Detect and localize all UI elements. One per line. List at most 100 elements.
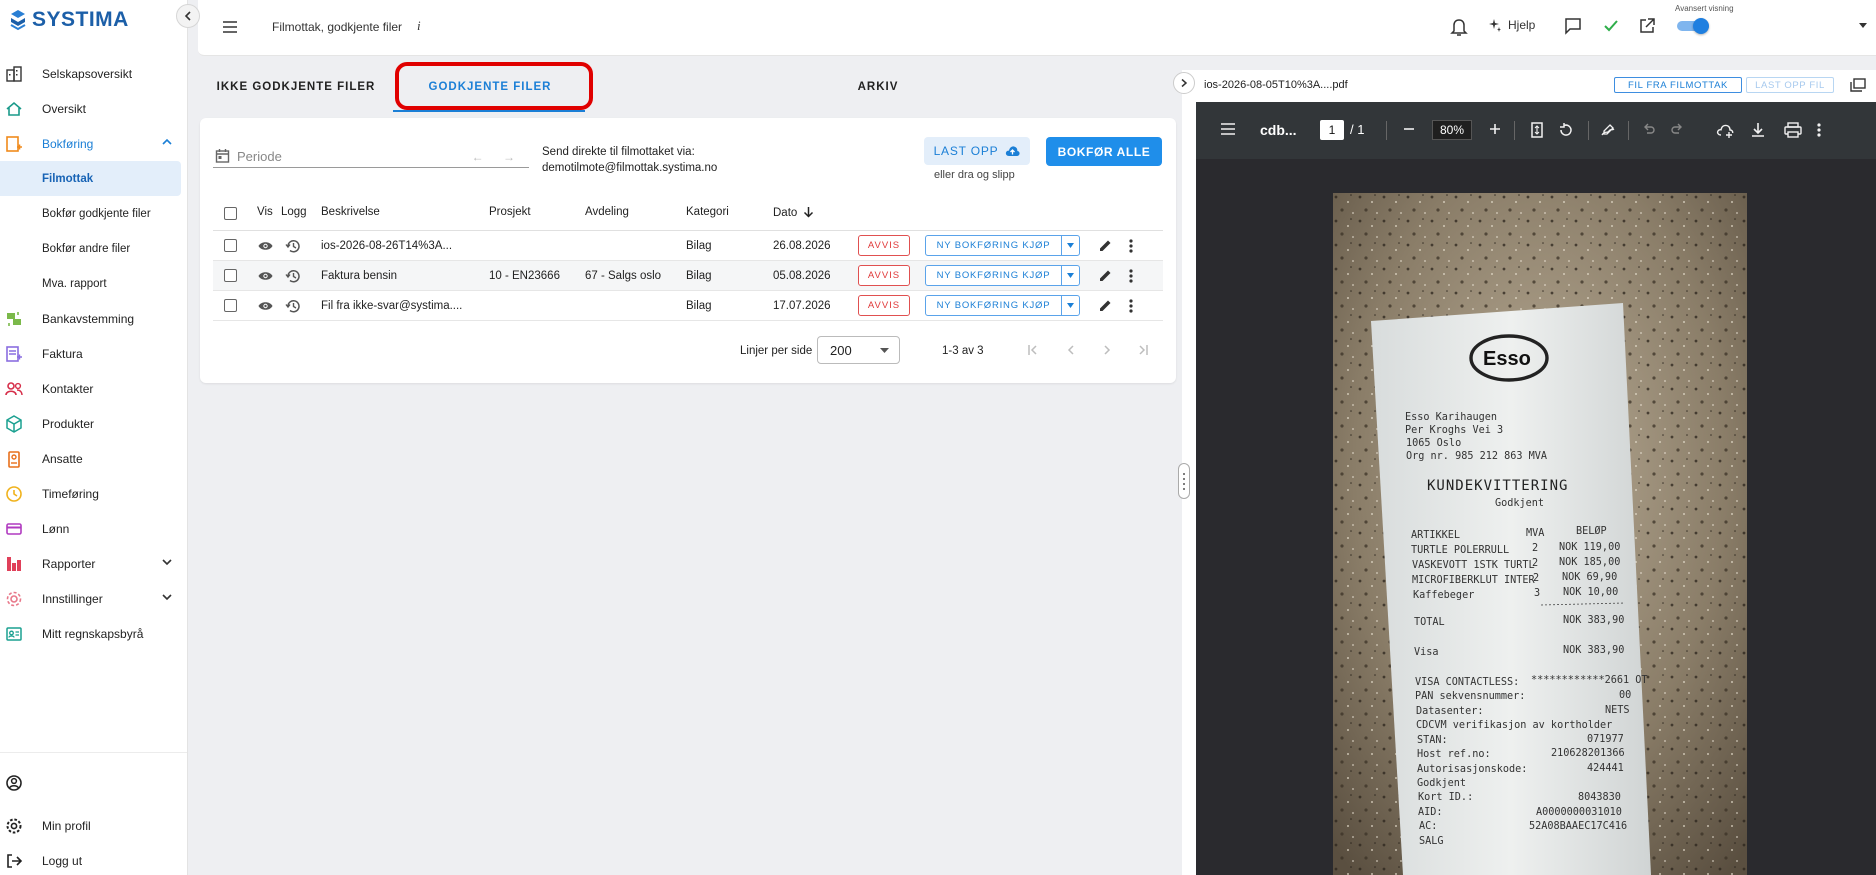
advanced-view-toggle[interactable] (1677, 18, 1709, 34)
row-checkbox[interactable] (224, 239, 237, 252)
sidebar-item-bokforing[interactable]: Bokføring (0, 126, 187, 161)
sidebar-item-timeforing[interactable]: Timeføring (0, 476, 187, 511)
hamburger-menu-icon[interactable] (222, 20, 238, 34)
previous-page-icon[interactable] (1064, 343, 1078, 357)
check-icon[interactable] (1602, 17, 1620, 35)
tab-ikke-godkjente-filer[interactable]: IKKE GODKJENTE FILER (198, 60, 394, 114)
fit-page-icon[interactable] (1530, 122, 1544, 138)
reject-button[interactable]: AVVIS (858, 295, 910, 316)
logo[interactable]: SYSTIMA (8, 8, 129, 32)
redo-icon[interactable] (1670, 122, 1684, 136)
more-vertical-icon[interactable] (1128, 238, 1134, 254)
sidebar-item-label: Bokfør andre filer (42, 242, 131, 255)
zoom-out-icon[interactable] (1402, 122, 1416, 136)
more-vertical-icon[interactable] (1128, 298, 1134, 314)
eye-icon[interactable] (258, 241, 273, 251)
pdf-page-input[interactable]: 1 (1320, 120, 1344, 140)
row-checkbox[interactable] (224, 269, 237, 282)
period-nav-arrows[interactable]: ← → (472, 150, 523, 164)
zoom-in-icon[interactable] (1488, 122, 1502, 136)
popout-window-icon[interactable] (1850, 78, 1866, 92)
post-all-button[interactable]: BOKFØR ALLE (1046, 137, 1162, 166)
sidebar-collapse-button[interactable] (176, 4, 200, 28)
column-header-beskrivelse[interactable]: Beskrivelse (321, 206, 380, 218)
bell-icon[interactable] (1450, 17, 1468, 37)
caret-down-icon[interactable] (1858, 22, 1868, 30)
period-date-picker[interactable]: Periode ← → (213, 146, 529, 168)
sidebar-item-bokfor-andre-filer[interactable]: Bokfør andre filer (0, 231, 187, 266)
column-header-kategori[interactable]: Kategori (686, 206, 729, 218)
sidebar-item-logg-ut[interactable]: Logg ut (0, 843, 187, 875)
annotate-icon[interactable] (1600, 122, 1616, 138)
pdf-zoom-level[interactable]: 80% (1432, 120, 1472, 140)
print-icon[interactable] (1784, 122, 1802, 138)
more-vertical-icon[interactable] (1128, 268, 1134, 284)
new-entry-dropdown[interactable] (1062, 296, 1079, 315)
pencil-icon[interactable] (1098, 298, 1113, 313)
eye-icon[interactable] (258, 271, 273, 281)
column-header-prosjekt[interactable]: Prosjekt (489, 206, 531, 218)
sidebar-item-bokfor-godkjente-filer[interactable]: Bokfør godkjente filer (0, 196, 187, 231)
cloud-save-icon[interactable] (1716, 122, 1734, 138)
column-header-logg[interactable]: Logg (281, 206, 307, 218)
download-icon[interactable] (1750, 122, 1766, 138)
sidebar-item-kontakter[interactable]: Kontakter (0, 371, 187, 406)
new-purchase-entry-button[interactable]: NY BOKFØRING KJØP (925, 265, 1080, 286)
external-link-icon[interactable] (1638, 17, 1656, 35)
last-page-icon[interactable] (1136, 343, 1150, 357)
panel-resize-handle[interactable] (1178, 463, 1190, 499)
menu-icon[interactable] (1220, 122, 1236, 136)
sidebar-item-filmottak[interactable]: Filmottak (0, 161, 181, 196)
upload-button[interactable]: LAST OPP (924, 137, 1030, 165)
sidebar-item-faktura[interactable]: Faktura (0, 336, 187, 371)
history-icon[interactable] (285, 268, 301, 284)
tab-arkiv[interactable]: ARKIV (780, 60, 976, 114)
upload-file-button[interactable]: LAST OPP FIL (1746, 77, 1834, 93)
sidebar-item-mva-rapport[interactable]: Mva. rapport (0, 266, 187, 301)
next-page-icon[interactable] (1100, 343, 1114, 357)
chat-icon[interactable] (1564, 17, 1582, 35)
pencil-icon[interactable] (1098, 268, 1113, 283)
reject-button[interactable]: AVVIS (858, 265, 910, 286)
column-header-vis[interactable]: Vis (257, 206, 273, 218)
table-row[interactable]: ios-2026-08-26T14%3A... Bilag 26.08.2026… (213, 231, 1163, 261)
new-purchase-entry-button[interactable]: NY BOKFØRING KJØP (925, 295, 1080, 316)
table-row[interactable]: Faktura bensin 10 - EN23666 67 - Salgs o… (213, 261, 1163, 291)
new-purchase-entry-button[interactable]: NY BOKFØRING KJØP (925, 235, 1080, 256)
column-header-avdeling[interactable]: Avdeling (585, 206, 629, 218)
first-page-icon[interactable] (1026, 343, 1040, 357)
pencil-icon[interactable] (1098, 238, 1113, 253)
sidebar-item-label: Innstillinger (42, 591, 103, 606)
sidebar-item-selskapsoversikt[interactable]: Selskapsoversikt (0, 56, 187, 91)
undo-icon[interactable] (1642, 122, 1656, 136)
account-avatar[interactable] (0, 765, 187, 800)
new-entry-dropdown[interactable] (1062, 266, 1079, 285)
help-button[interactable]: Hjelp (1488, 18, 1535, 32)
sidebar-item-innstillinger[interactable]: Innstillinger (0, 581, 187, 616)
sidebar-item-lonn[interactable]: Lønn (0, 511, 187, 546)
eye-icon[interactable] (258, 301, 273, 311)
select-all-checkbox[interactable] (224, 207, 237, 220)
sidebar-item-bankavstemming[interactable]: Bankavstemming (0, 301, 187, 336)
receipt-amount: NOK 185,00 (1559, 557, 1620, 568)
file-from-inbox-button[interactable]: FIL FRA FILMOTTAK (1614, 77, 1742, 93)
page-info-button[interactable]: i (417, 18, 421, 34)
column-header-dato[interactable]: Dato (773, 206, 814, 219)
rotate-icon[interactable] (1558, 122, 1574, 138)
history-icon[interactable] (285, 298, 301, 314)
table-row[interactable]: Fil fra ikke-svar@systima.... Bilag 17.0… (213, 291, 1163, 321)
history-icon[interactable] (285, 238, 301, 254)
sidebar-item-ansatte[interactable]: Ansatte (0, 441, 187, 476)
sidebar-item-oversikt[interactable]: Oversikt (0, 91, 187, 126)
sidebar-item-mitt-regnskapsbyra[interactable]: Mitt regnskapsbyrå (0, 616, 187, 651)
more-vertical-icon[interactable] (1816, 122, 1822, 138)
sidebar-item-min-profil[interactable]: Min profil (0, 808, 187, 843)
reject-button[interactable]: AVVIS (858, 235, 910, 256)
sidebar-item-produkter[interactable]: Produkter (0, 406, 187, 441)
rows-per-page-select[interactable]: 200 (817, 336, 900, 364)
row-checkbox[interactable] (224, 299, 237, 312)
approved-files-table: Vis Logg Beskrivelse Prosjekt Avdeling K… (213, 196, 1163, 321)
sidebar-item-rapporter[interactable]: Rapporter (0, 546, 187, 581)
new-entry-dropdown[interactable] (1062, 236, 1079, 255)
collapse-preview-button[interactable] (1173, 72, 1195, 94)
